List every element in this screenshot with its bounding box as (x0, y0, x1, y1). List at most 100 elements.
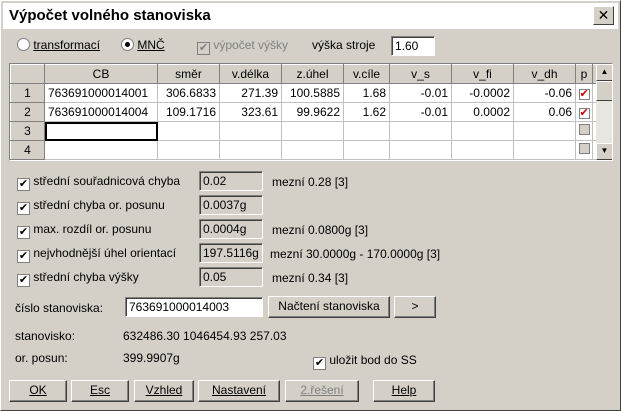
table-cell[interactable]: -0.01 (389, 102, 452, 122)
stanovisko-value: 632486.30 1046454.93 257.03 (123, 329, 287, 343)
table-cell[interactable]: 109.1716 (157, 102, 220, 122)
table-cell[interactable]: 323.61 (219, 102, 282, 122)
stat-row[interactable]: ✔ střední chyba výšky (17, 270, 139, 287)
column-header[interactable]: v.délka (219, 64, 282, 84)
column-header[interactable]: z.úhel (281, 64, 344, 84)
stat-check-box[interactable]: ✔ (17, 274, 30, 287)
scroll-down-arrow-icon[interactable]: ▼ (596, 143, 612, 160)
row-number[interactable]: 1 (10, 83, 45, 103)
p-check-cell[interactable] (575, 140, 593, 160)
table-cell[interactable] (451, 121, 514, 141)
table-cell[interactable]: 0.06 (513, 102, 576, 122)
stat-row[interactable]: ✔ max. rozdíl or. posunu (17, 222, 151, 239)
nacteni-stanoviska-button[interactable]: Načtení stanoviska (268, 296, 390, 318)
cislo-stanoviska-label: číslo stanoviska: (15, 301, 104, 315)
stat-label: střední chyba or. posunu (33, 198, 165, 212)
or-posun-value: 399.9907g (123, 351, 180, 365)
p-check-cell[interactable] (575, 121, 593, 141)
help-button[interactable]: Help (373, 380, 435, 402)
table-cell[interactable] (451, 140, 514, 160)
scroll-up-arrow-icon[interactable]: ▲ (596, 64, 612, 81)
table-cell[interactable] (157, 121, 220, 141)
p-check-mark[interactable] (578, 143, 590, 154)
row-number[interactable]: 3 (10, 121, 45, 141)
table-cell[interactable] (157, 140, 220, 160)
dialog-window: Výpočet volného stanoviska ✕ transformac… (0, 0, 621, 411)
stat-check-box[interactable]: ✔ (17, 178, 30, 191)
table-cell[interactable] (219, 140, 282, 160)
column-header[interactable]: v_dh (513, 64, 576, 84)
column-header[interactable]: p (575, 64, 593, 84)
druhe-reseni-button[interactable]: 2.řešení (285, 380, 359, 402)
p-check-cell[interactable]: ✔ (575, 83, 593, 103)
p-check-cell[interactable]: ✔ (575, 102, 593, 122)
check-vypocet-vysky[interactable]: ✔ výpočet výšky (197, 38, 288, 55)
esc-button[interactable]: Esc (71, 380, 129, 402)
column-header[interactable]: v_s (389, 64, 452, 84)
stat-check-box[interactable]: ✔ (17, 250, 30, 263)
table-cell-selected[interactable] (44, 121, 158, 141)
table-cell[interactable] (343, 140, 390, 160)
table-cell[interactable]: 306.6833 (157, 83, 220, 103)
table-cell[interactable] (389, 121, 452, 141)
table-cell[interactable]: 99.9622 (281, 102, 344, 122)
table-cell[interactable]: -0.06 (513, 83, 576, 103)
stat-row[interactable]: ✔ nejvhodnější úhel orientací (17, 246, 176, 263)
table-row: 1 763691000014001 306.6833 271.39 100.58… (10, 83, 611, 103)
close-button[interactable]: ✕ (593, 6, 614, 25)
row-number[interactable]: 4 (10, 140, 45, 160)
radio-transformaci[interactable]: transformací (17, 38, 100, 52)
cislo-stanoviska-input[interactable]: 763691000014003 (125, 297, 263, 317)
table-cell[interactable] (44, 140, 158, 160)
stat-label: nejvhodnější úhel orientací (33, 246, 177, 260)
column-header[interactable]: CB (44, 64, 158, 84)
stat-check-box[interactable]: ✔ (17, 226, 30, 239)
table-cell[interactable] (389, 140, 452, 160)
stat-check-box[interactable]: ✔ (17, 202, 30, 215)
table-cell[interactable]: -0.01 (389, 83, 452, 103)
table-cell[interactable] (513, 140, 576, 160)
table-cell[interactable]: 763691000014001 (44, 83, 158, 103)
nastaveni-button[interactable]: Nastavení (198, 380, 280, 402)
row-number[interactable]: 2 (10, 102, 45, 122)
column-header[interactable]: v.cíle (343, 64, 390, 84)
table-cell[interactable]: 100.5885 (281, 83, 344, 103)
table-cell[interactable] (343, 121, 390, 141)
radio-mnc-indicator[interactable] (121, 38, 134, 51)
table-cell[interactable]: 763691000014004 (44, 102, 158, 122)
stat-row[interactable]: ✔ střední souřadnicová chyba (17, 174, 180, 191)
column-header[interactable]: směr (157, 64, 220, 84)
next-station-button[interactable]: > (394, 296, 436, 318)
table-cell[interactable] (219, 121, 282, 141)
table-cell[interactable]: -0.0002 (451, 83, 514, 103)
radio-mnc-label: MNČ (137, 38, 165, 52)
table-cell[interactable] (513, 121, 576, 141)
table-cell[interactable]: 0.0002 (451, 102, 514, 122)
p-check-mark[interactable]: ✔ (578, 108, 590, 119)
table-cell[interactable] (281, 140, 344, 160)
p-check-mark[interactable]: ✔ (578, 89, 590, 100)
scroll-thumb[interactable] (596, 81, 612, 101)
stat-value: 0.05 (199, 267, 263, 287)
stat-row[interactable]: ✔ střední chyba or. posunu (17, 198, 165, 215)
ulozit-bod-check-box[interactable]: ✔ (313, 357, 326, 370)
stanovisko-label: stanovisko: (15, 329, 76, 343)
table-cell[interactable] (281, 121, 344, 141)
ok-button[interactable]: OK (9, 380, 67, 402)
table-row: 4 (10, 140, 611, 160)
grid-vertical-scrollbar[interactable]: ▲ ▼ (596, 64, 612, 160)
table-cell[interactable]: 271.39 (219, 83, 282, 103)
vzhled-button[interactable]: Vzhled (134, 380, 194, 402)
p-check-mark[interactable] (578, 124, 590, 135)
table-cell[interactable]: 1.68 (343, 83, 390, 103)
radio-mnc[interactable]: MNČ (121, 38, 165, 52)
table-cell[interactable]: 1.62 (343, 102, 390, 122)
radio-transformaci-indicator[interactable] (17, 38, 30, 51)
ulozit-bod-checkbox[interactable]: ✔ uložit bod do SS (313, 353, 417, 370)
column-header[interactable]: v_fi (451, 64, 514, 84)
stat-value: 197.5116g (199, 243, 263, 263)
observations-table: CB směr v.délka z.úhel v.cíle v_s v_fi v… (10, 64, 611, 160)
check-vypocet-vysky-box[interactable]: ✔ (197, 42, 210, 55)
stat-value: 0.0004g (199, 219, 263, 239)
vyska-stroje-input[interactable]: 1.60 (391, 36, 435, 56)
